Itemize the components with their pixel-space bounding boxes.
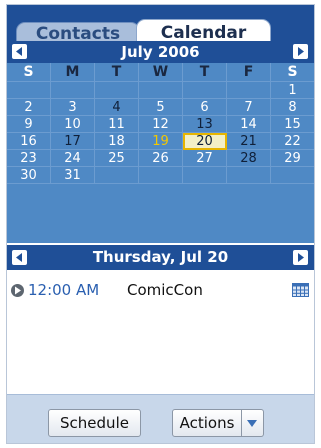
day-cell[interactable]: 17 [51,133,95,150]
day-cell[interactable]: 22 [271,133,314,150]
month-header: July 2006 [7,41,314,63]
calendar-widget: Contacts Calendar July 2006 S M T W T F … [6,4,315,444]
day-cell[interactable]: 29 [271,150,314,167]
day-cell[interactable]: 12 [139,116,183,133]
calendar-grid-icon [292,283,309,297]
weekday-header: S [271,63,314,82]
weekday-header: T [183,63,227,82]
day-cell[interactable]: 30 [7,167,51,184]
day-cell[interactable]: 14 [227,116,271,133]
day-cell-selected[interactable]: 20 [183,133,227,150]
next-month-button[interactable] [293,44,308,59]
day-cell-today[interactable]: 19 [139,133,183,150]
day-cell[interactable]: 11 [95,116,139,133]
day-title: Thursday, Jul 20 [92,248,229,266]
chevron-down-icon [247,420,257,427]
day-cell[interactable]: 13 [183,116,227,133]
previous-day-button[interactable] [12,250,27,265]
day-cell[interactable]: 28 [227,150,271,167]
arrow-right-icon [298,47,304,56]
day-cell[interactable]: 9 [7,116,51,133]
day-cell[interactable] [183,167,227,184]
day-cell[interactable]: 10 [51,116,95,133]
day-cell[interactable] [95,167,139,184]
event-item[interactable]: 12:00 AM ComicCon [11,280,311,300]
week-row: 9 10 11 12 13 14 15 [7,116,314,133]
day-cell[interactable] [95,82,139,99]
day-cell[interactable]: 21 [227,133,271,150]
week-row: 1 [7,82,314,99]
day-cell[interactable] [271,167,314,184]
day-cell[interactable] [227,167,271,184]
day-cell[interactable]: 4 [95,99,139,116]
arrow-right-icon [298,253,304,262]
footer-toolbar: Schedule Actions [7,394,314,443]
day-cell[interactable]: 7 [227,99,271,116]
day-cell[interactable]: 5 [139,99,183,116]
weekday-header: S [7,63,51,82]
previous-month-button[interactable] [12,44,27,59]
day-cell[interactable]: 31 [51,167,95,184]
event-title: ComicCon [127,281,203,299]
week-row: 23 24 25 26 27 28 29 [7,150,314,167]
day-cell[interactable]: 2 [7,99,51,116]
day-cell[interactable] [51,82,95,99]
weekday-header: T [95,63,139,82]
week-row: 30 31 [7,167,314,184]
event-list: 12:00 AM ComicCon [7,270,314,392]
day-cell[interactable] [7,82,51,99]
actions-dropdown-button[interactable] [242,409,264,437]
day-cell[interactable] [227,82,271,99]
day-cell[interactable]: 18 [95,133,139,150]
day-cell[interactable]: 6 [183,99,227,116]
weekday-header: W [139,63,183,82]
day-cell[interactable]: 24 [51,150,95,167]
day-cell[interactable]: 15 [271,116,314,133]
weekday-header: F [227,63,271,82]
event-time: 12:00 AM [28,281,100,299]
day-cell[interactable]: 3 [51,99,95,116]
week-row: 16 17 18 19 20 21 22 [7,133,314,150]
day-header: Thursday, Jul 20 [7,245,314,270]
day-cell[interactable]: 8 [271,99,314,116]
day-cell[interactable]: 16 [7,133,51,150]
day-cell[interactable]: 27 [183,150,227,167]
actions-button[interactable]: Actions [172,409,242,437]
day-cell[interactable]: 1 [271,82,314,99]
arrow-left-icon [16,253,22,262]
day-cell[interactable]: 25 [95,150,139,167]
week-row: 2 3 4 5 6 7 8 [7,99,314,116]
schedule-button[interactable]: Schedule [48,409,141,437]
day-cell[interactable] [139,82,183,99]
next-day-button[interactable] [293,250,308,265]
arrow-left-icon [16,47,22,56]
day-cell[interactable]: 23 [7,150,51,167]
expand-arrow-icon[interactable] [11,284,24,297]
day-cell[interactable] [139,167,183,184]
weekday-header-row: S M T W T F S [7,63,314,82]
weekday-header: M [51,63,95,82]
month-grid: S M T W T F S 1 2 3 4 5 6 7 8 9 10 11 12… [7,63,314,243]
month-title: July 2006 [121,43,200,61]
day-cell[interactable] [183,82,227,99]
tab-bar: Contacts Calendar [7,5,314,45]
day-cell[interactable]: 26 [139,150,183,167]
